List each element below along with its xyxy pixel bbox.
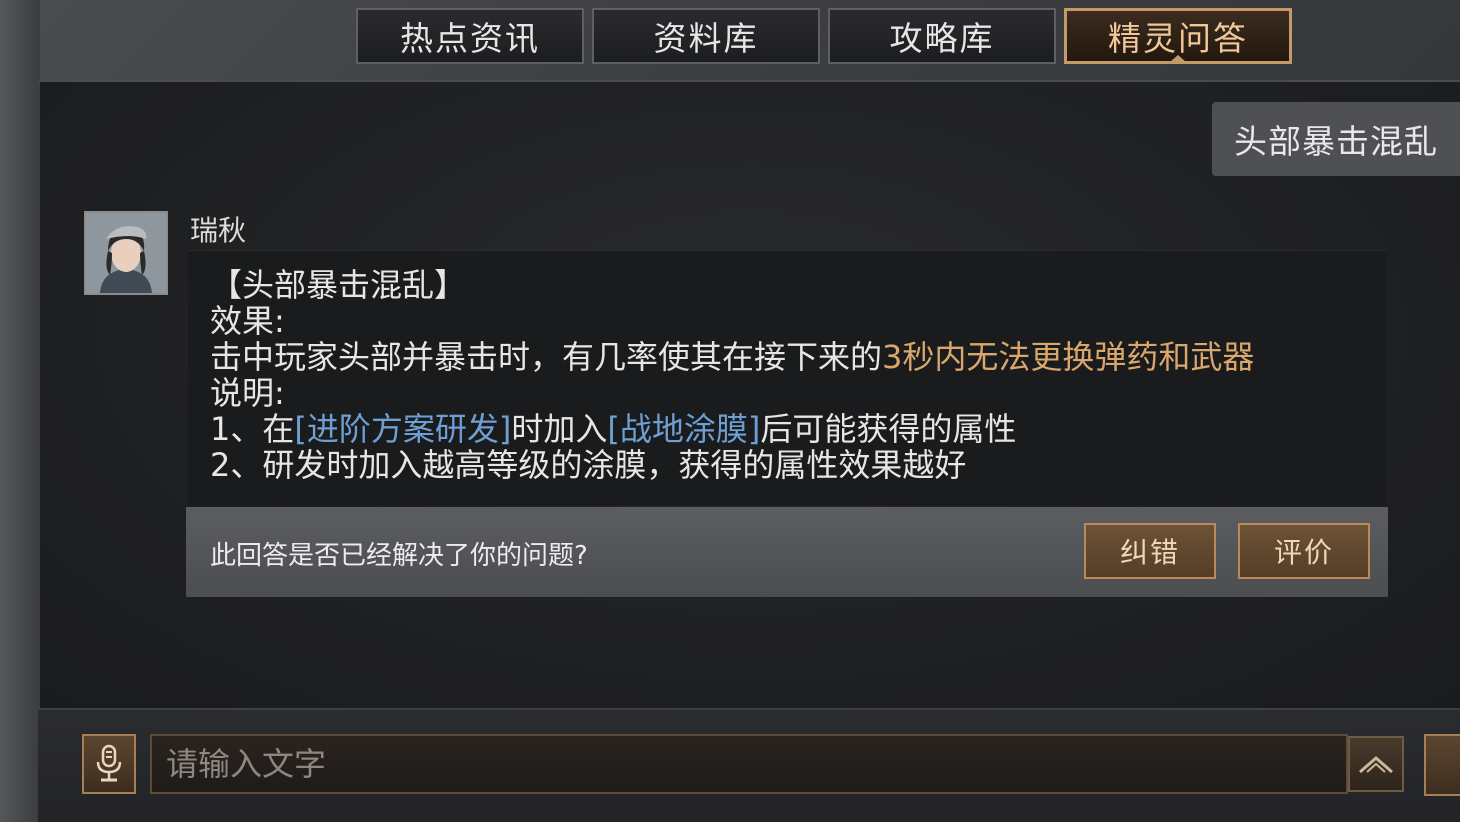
tab-label: 精灵问答 [1108, 19, 1248, 58]
bot-name: 瑞秋 [190, 214, 247, 247]
desc1-prefix: 1、在 [210, 410, 295, 448]
answer-desc-line-2: 2、研发时加入越高等级的涂膜，获得的属性效果越好 [210, 446, 967, 484]
chat-text-input[interactable] [150, 734, 1348, 794]
send-arrow-icon [1359, 756, 1393, 774]
app-screen: 热点资讯 资料库 攻略库 精灵问答 头部暴击混乱 瑞秋 【头部暴击混乱】 效果:… [0, 0, 1460, 822]
effect-highlight-text: 3秒内无法更换弹药和武器 [882, 338, 1255, 376]
left-frame-strip [0, 0, 40, 822]
user-message-text: 头部暴击混乱 [1234, 122, 1438, 161]
microphone-icon [96, 744, 122, 782]
tab-hot-news[interactable]: 热点资讯 [356, 8, 584, 64]
side-action-button[interactable] [1424, 734, 1460, 796]
bot-answer-bubble: 【头部暴击混乱】 效果: 击中玩家头部并暴击时，有几率使其在接下来的3秒内无法更… [188, 250, 1386, 506]
answer-desc-line-1: 1、在[进阶方案研发]时加入[战地涂膜]后可能获得的属性 [210, 411, 1386, 447]
tab-spirit-qa[interactable]: 精灵问答 [1064, 8, 1292, 64]
answer-desc-label: 说明: [210, 374, 285, 412]
effect-text: 击中玩家头部并暴击时，有几率使其在接下来的 [210, 338, 883, 376]
answer-title: 【头部暴击混乱】 [210, 266, 467, 304]
answer-effect-line: 击中玩家头部并暴击时，有几率使其在接下来的3秒内无法更换弹药和武器 [210, 339, 1386, 375]
desc1-mid: 时加入 [511, 410, 608, 448]
avatar-portrait-icon [86, 213, 166, 293]
tab-guides[interactable]: 攻略库 [828, 8, 1056, 64]
voice-input-button[interactable] [82, 734, 136, 794]
desc1-suffix: 后可能获得的属性 [760, 410, 1017, 448]
answer-effect-label: 效果: [210, 302, 285, 340]
rate-button[interactable]: 评价 [1238, 523, 1370, 579]
bot-avatar [84, 211, 168, 295]
user-message-bubble: 头部暴击混乱 [1212, 102, 1460, 176]
active-tab-indicator [1170, 55, 1186, 62]
report-error-button[interactable]: 纠错 [1084, 523, 1216, 579]
top-tab-bar: 热点资讯 资料库 攻略库 精灵问答 [356, 8, 1292, 64]
feedback-bar: 此回答是否已经解决了你的问题? 纠错 评价 [186, 507, 1388, 597]
send-button[interactable] [1348, 736, 1404, 792]
feedback-question: 此回答是否已经解决了你的问题? [210, 541, 588, 571]
link-battlefield-coating[interactable]: [战地涂膜] [607, 410, 760, 448]
tab-database[interactable]: 资料库 [592, 8, 820, 64]
link-advanced-research[interactable]: [进阶方案研发] [294, 410, 511, 448]
